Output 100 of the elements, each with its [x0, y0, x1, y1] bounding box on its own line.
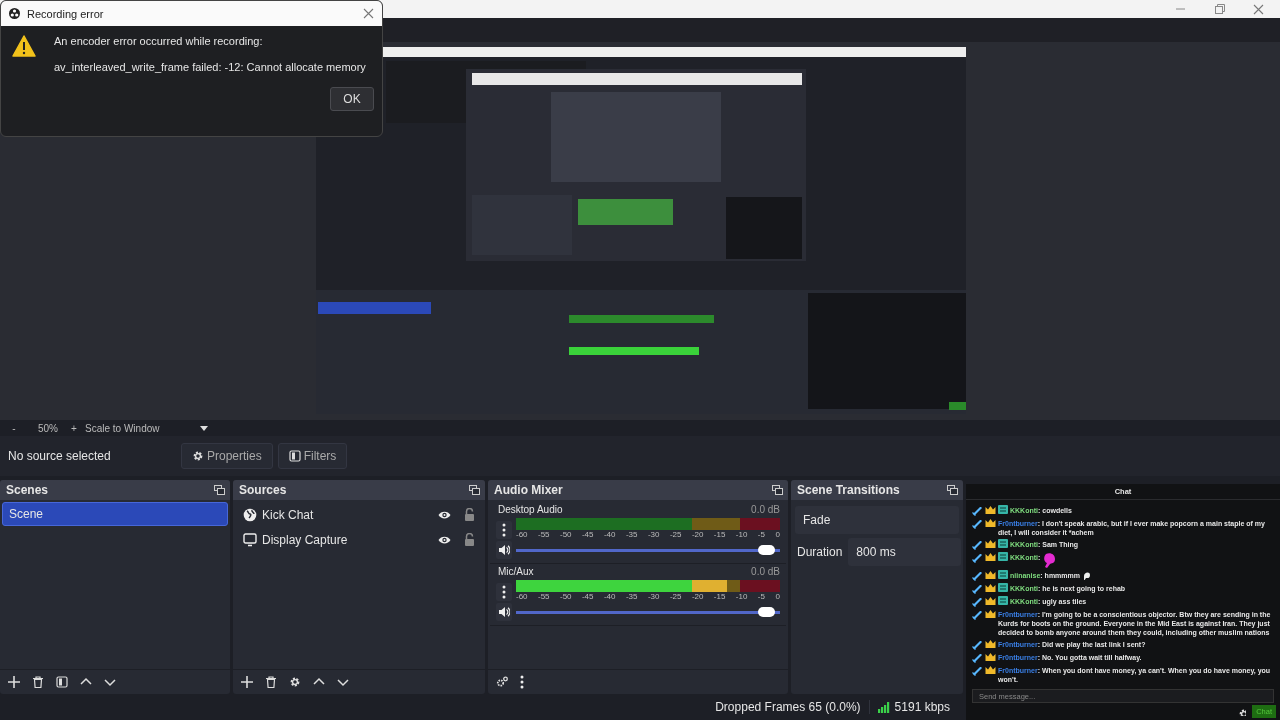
properties-button[interactable]: Properties	[181, 443, 273, 469]
slider-thumb[interactable]	[758, 607, 775, 617]
more-icon	[502, 584, 506, 599]
sword-icon	[972, 596, 983, 607]
bitrate: 5191 kbps	[894, 700, 950, 714]
scale-label: -35	[625, 530, 638, 541]
zoom-level: 50%	[37, 422, 59, 434]
duration-label: Duration	[796, 545, 843, 559]
channel-menu-button[interactable]	[496, 582, 512, 601]
duration-field[interactable]: 800 ms	[848, 538, 961, 566]
volume-reading: 0.0 dB	[751, 504, 780, 517]
advanced-settings-icon[interactable]	[496, 676, 508, 688]
zoom-out-button[interactable]: -	[8, 422, 20, 434]
scale-label: -40	[603, 592, 616, 603]
scale-label: -35	[625, 592, 638, 603]
scale-label: -45	[581, 530, 594, 541]
scene-item[interactable]: Scene	[2, 502, 228, 526]
caret-icon	[199, 425, 208, 431]
mute-button[interactable]	[496, 541, 512, 559]
channel-name: Desktop Audio	[498, 504, 563, 517]
scale-label: -5	[757, 592, 765, 603]
scale-label: -20	[691, 530, 704, 541]
scale-label: -50	[559, 530, 572, 541]
slider-thumb[interactable]	[758, 545, 775, 555]
filters-button[interactable]: Filters	[277, 443, 348, 469]
more-icon	[502, 522, 506, 537]
more-icon[interactable]	[520, 675, 524, 689]
scale-mode-dropdown[interactable]: Scale to Window	[80, 422, 208, 434]
sword-icon	[972, 539, 983, 550]
error-message: An encoder error occurred while recording:	[54, 35, 264, 47]
undock-icon[interactable]	[947, 485, 958, 495]
scale-label: -55	[538, 530, 550, 541]
delete-icon[interactable]	[265, 676, 277, 688]
monitor-icon	[243, 532, 257, 547]
zoom-in-button[interactable]: +	[68, 422, 80, 434]
scale-label: -10	[735, 530, 748, 541]
scale-label: -5	[757, 530, 765, 541]
undock-icon[interactable]	[469, 485, 480, 495]
filter-icon	[288, 450, 301, 462]
scale-label: -60	[516, 592, 528, 603]
scale-label: -10	[735, 592, 748, 603]
channel-menu-button[interactable]	[496, 520, 512, 539]
add-icon[interactable]	[241, 676, 253, 688]
crown-icon	[985, 570, 996, 579]
sword-icon	[972, 609, 983, 620]
dock-title: Scenes	[6, 483, 49, 497]
source-name[interactable]: Display Capture	[262, 532, 433, 547]
scale-label: -25	[669, 592, 682, 603]
move-down-icon[interactable]	[337, 676, 349, 688]
dialog-title: Recording error	[27, 7, 105, 20]
sword-icon	[972, 652, 983, 663]
add-icon[interactable]	[8, 676, 20, 688]
close-icon[interactable]	[363, 8, 374, 19]
scale-label: -20	[691, 592, 704, 603]
speaker-icon	[498, 606, 510, 618]
maximize-icon[interactable]	[1214, 3, 1225, 15]
lock-icon[interactable]	[464, 508, 475, 521]
scale-label: -45	[581, 592, 594, 603]
settings-icon[interactable]	[289, 676, 301, 688]
crown-icon	[985, 639, 996, 648]
visibility-icon[interactable]	[438, 534, 451, 545]
speaker-icon	[498, 544, 510, 556]
sword-icon	[972, 639, 983, 650]
lock-icon[interactable]	[464, 533, 475, 546]
delete-icon[interactable]	[32, 676, 44, 688]
dock-title: Audio Mixer	[494, 483, 563, 497]
mute-button[interactable]	[496, 603, 512, 621]
filter-icon[interactable]	[56, 676, 68, 688]
scale-label: -50	[559, 592, 572, 603]
crown-icon	[985, 552, 996, 561]
visibility-icon[interactable]	[438, 509, 451, 520]
move-down-icon[interactable]	[104, 676, 116, 688]
error-detail: av_interleaved_write_frame failed: -12: Cannot allocate memory	[54, 61, 366, 73]
undock-icon[interactable]	[214, 485, 225, 495]
dock-title: Scene Transitions	[797, 483, 900, 497]
close-icon[interactable]	[1253, 3, 1264, 15]
scale-label: -15	[713, 592, 726, 603]
crown-icon	[985, 505, 996, 514]
volume-reading: 0.0 dB	[751, 566, 780, 579]
sword-icon	[972, 570, 983, 581]
scale-label: -15	[713, 530, 726, 541]
ok-button[interactable]: OK	[330, 87, 374, 111]
source-status: No source selected	[8, 449, 112, 463]
sword-icon	[972, 583, 983, 594]
crown-icon	[985, 583, 996, 592]
scale-label: -30	[647, 592, 660, 603]
dropped-frames: Dropped Frames 65 (0.0%)	[707, 700, 869, 714]
sword-icon	[972, 552, 983, 563]
dock-title: Sources	[239, 483, 287, 497]
source-name[interactable]: Kick Chat	[262, 507, 433, 522]
sword-icon	[972, 505, 983, 516]
settings-icon[interactable]	[1238, 707, 1247, 716]
sword-icon	[972, 665, 983, 676]
scale-label: -30	[647, 530, 660, 541]
undock-icon[interactable]	[772, 485, 783, 495]
scale-label: -60	[516, 530, 528, 541]
crown-icon	[985, 596, 996, 605]
crown-icon	[985, 652, 996, 661]
scale-label: 0	[775, 530, 780, 541]
transition-dropdown[interactable]: Fade	[795, 506, 959, 534]
